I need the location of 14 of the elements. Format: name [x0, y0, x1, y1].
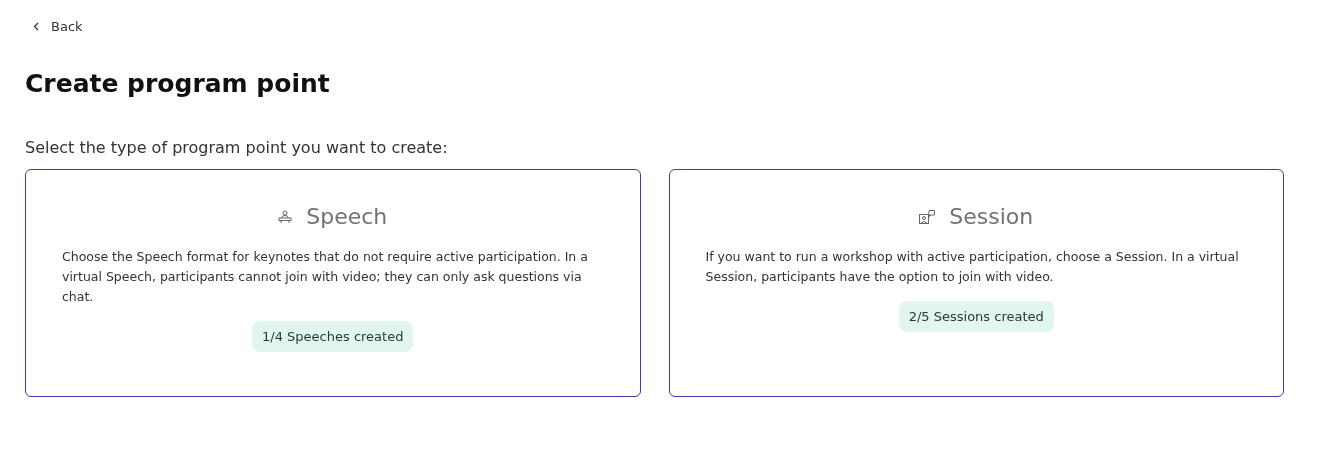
card-title: Speech: [306, 204, 388, 229]
card-title: Session: [949, 204, 1034, 229]
card-description: Choose the Speech format for keynotes that do not require active participation. In a virtual Speech, participants cannot join with video; they can only ask questions via chat.: [62, 248, 589, 306]
chevron-left-icon: [33, 22, 39, 31]
card-description: If you want to run a workshop with active participation, choose a Session. In a virtual Session, participants have the option to join with video.: [705, 248, 1240, 286]
person-with-chat-icon: [919, 209, 936, 224]
count-badge: 2/5 Sessions created: [898, 301, 1054, 332]
program-type-card[interactable]: [25, 169, 641, 397]
program-type-card[interactable]: Session If you want to run a workshop with active participation, choose a Session. In a virtual Session, participants have the option to join with video. 2/5 Sessions created: [668, 169, 1284, 397]
speaker-at-podium-icon: [278, 209, 293, 224]
instruction-text: Select the type of program point you want to create:: [25, 138, 449, 157]
count-badge: 1/4 Speeches created: [252, 321, 414, 352]
page-title: Create program point: [25, 69, 331, 98]
back-link[interactable]: Back: [33, 19, 83, 34]
